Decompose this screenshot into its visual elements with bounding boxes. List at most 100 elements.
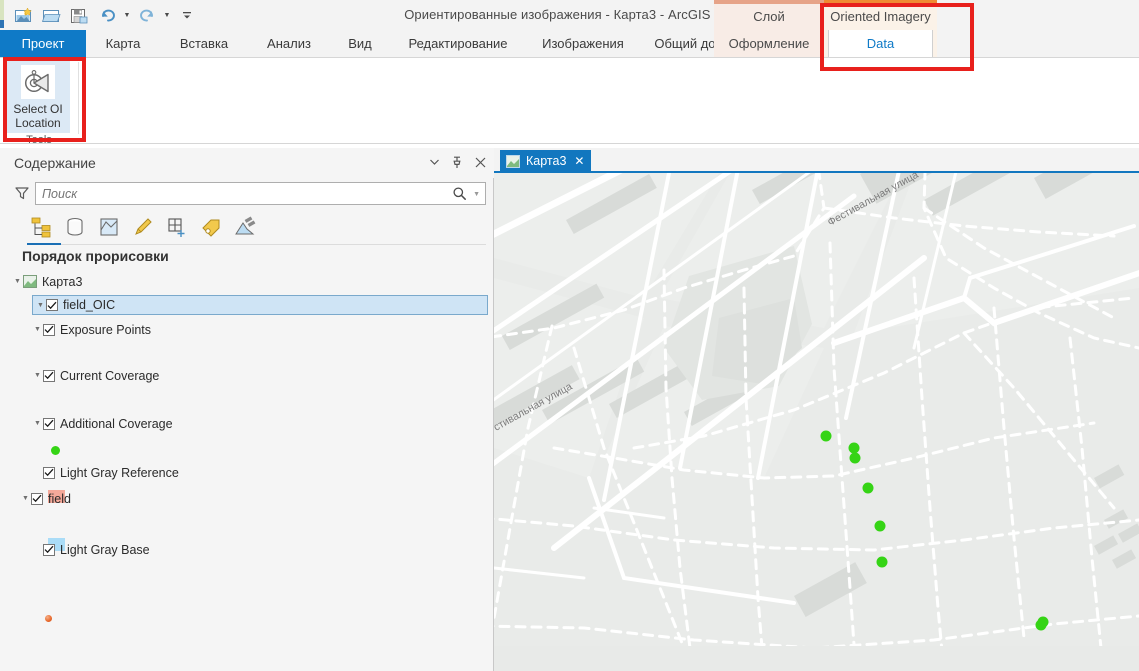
tree-node-light-gray-base[interactable]: Light Gray Base [32, 540, 150, 559]
tab-vid[interactable]: Вид [330, 30, 390, 58]
tab-data[interactable]: Data [828, 30, 933, 58]
layer-visibility-checkbox[interactable] [43, 417, 55, 430]
expander-icon[interactable]: ▼ [12, 276, 23, 287]
ribbon-body: Select OI Location Tools [0, 58, 1139, 146]
select-oi-location-label-line2: Location [15, 116, 61, 130]
select-oi-location-label: Select OI Location [13, 102, 62, 130]
tree-node-label: field_OIC [63, 298, 116, 312]
contents-pane-header: Содержание [0, 148, 494, 178]
tab-proekt[interactable]: Проект [0, 30, 86, 60]
exposure-point[interactable] [1045, 663, 1056, 671]
tree-node-exposure-points[interactable]: ▼ Exposure Points [32, 320, 151, 339]
filter-funnel-icon[interactable] [14, 185, 30, 201]
quick-access-toolbar: ▼ ▼ [10, 0, 200, 30]
map-view-region: Карта3 ✕ Фестивальная улица стивальная у… [494, 148, 1139, 671]
open-project-icon[interactable] [38, 2, 64, 28]
expander-icon[interactable]: ▼ [32, 418, 43, 429]
exposure-point[interactable] [849, 452, 861, 464]
pane-pin-icon[interactable] [449, 152, 465, 172]
tree-node-field[interactable]: ▼ field [20, 489, 71, 508]
customize-qat-icon[interactable] [174, 2, 200, 28]
list-by-snapping-icon[interactable] [163, 213, 190, 240]
tree-node-label: Current Coverage [60, 368, 160, 383]
expander-placeholder-icon [32, 467, 43, 478]
tab-izobrazheniya[interactable]: Изображения [526, 30, 640, 58]
select-oi-location-label-line1: Select OI [13, 102, 63, 116]
redo-icon[interactable] [134, 2, 160, 28]
ribbon-group-name-tools: Tools [26, 134, 52, 146]
layer-visibility-checkbox[interactable] [43, 323, 55, 336]
list-by-selection-icon[interactable] [95, 213, 122, 240]
oriented-imagery-camera-icon [21, 65, 55, 99]
list-by-charts-icon[interactable] [231, 213, 258, 240]
tree-node-current-coverage[interactable]: ▼ Current Coverage [32, 366, 159, 385]
layer-visibility-checkbox[interactable] [43, 466, 55, 479]
tree-node-additional-coverage[interactable]: ▼ Additional Coverage [32, 414, 173, 433]
tree-node-label: Light Gray Base [60, 542, 150, 557]
exposure-point[interactable] [862, 482, 874, 494]
symbol-swatch-field [45, 615, 52, 622]
tab-analiz[interactable]: Анализ [248, 30, 330, 58]
layer-visibility-checkbox[interactable] [46, 299, 58, 311]
tree-node-label: Additional Coverage [60, 416, 173, 431]
list-by-data-source-icon[interactable] [61, 213, 88, 240]
tree-node-karta3[interactable]: ▼ Карта3 [12, 272, 82, 291]
list-by-editing-icon[interactable] [129, 213, 156, 240]
contents-toolbar-active-indicator [27, 243, 61, 245]
tree-node-label: Light Gray Reference [60, 465, 179, 480]
tab-oformlenie[interactable]: Оформление [714, 30, 824, 58]
tree-header-drawing-order: Порядок прорисовки [22, 248, 169, 264]
symbol-swatch-exposure-points [51, 446, 60, 455]
tab-vstavka[interactable]: Вставка [160, 30, 248, 58]
search-magnifier-icon[interactable] [452, 186, 467, 201]
contextual-group-sloy: Слой Оформление [714, 0, 824, 58]
contextual-group-oriented-imagery-title: Oriented Imagery [830, 9, 931, 24]
exposure-point[interactable] [848, 442, 860, 454]
exposure-point[interactable] [1037, 616, 1049, 628]
ribbon-tab-strip: Проект Карта Вставка Анализ Вид Редактир… [0, 30, 1139, 60]
contents-search-box[interactable]: ▼ [35, 182, 486, 205]
new-project-icon[interactable] [10, 2, 36, 28]
pane-menu-icon[interactable] [426, 152, 442, 172]
arcgis-pro-window: Ориентированные изображения - Карта3 - A… [0, 0, 1139, 671]
tree-node-field-oic[interactable]: ▼ field_OIC [32, 295, 488, 315]
search-input[interactable] [42, 183, 442, 204]
expander-icon[interactable]: ▼ [20, 493, 31, 504]
contents-toolbar [0, 210, 494, 245]
map-tab-karta3[interactable]: Карта3 ✕ [500, 150, 592, 172]
select-oi-location-button[interactable]: Select OI Location [6, 61, 70, 133]
exposure-point[interactable] [874, 520, 886, 532]
map-thumbnail-icon [23, 275, 37, 288]
expander-placeholder-icon [32, 544, 43, 555]
exposure-point[interactable] [876, 556, 888, 568]
tree-node-label: Карта3 [42, 274, 83, 289]
ribbon-group-separator [78, 62, 79, 134]
layer-visibility-checkbox[interactable] [43, 543, 55, 556]
expander-icon[interactable]: ▼ [32, 370, 43, 381]
layer-visibility-checkbox[interactable] [43, 369, 55, 382]
search-dropdown-icon[interactable]: ▼ [473, 191, 480, 198]
contents-pane-header-buttons [426, 152, 488, 172]
redo-dropdown-icon[interactable]: ▼ [162, 2, 172, 28]
map-tab-strip: Карта3 ✕ [494, 148, 1139, 173]
tree-node-label: field [48, 491, 71, 506]
tree-node-light-gray-reference[interactable]: Light Gray Reference [32, 463, 179, 482]
tab-redaktirovanie[interactable]: Редактирование [390, 30, 526, 58]
exposure-point[interactable] [1007, 649, 1018, 660]
exposure-point[interactable] [820, 430, 832, 442]
undo-icon[interactable] [94, 2, 120, 28]
undo-dropdown-icon[interactable]: ▼ [122, 2, 132, 28]
map-tab-close-icon[interactable]: ✕ [574, 154, 584, 168]
window-left-accent-blue [0, 20, 4, 28]
list-by-labeling-icon[interactable] [197, 213, 224, 240]
contents-toolbar-rule [61, 244, 486, 245]
expander-icon[interactable]: ▼ [35, 300, 46, 311]
map-canvas[interactable]: Фестивальная улица стивальная улица [494, 173, 1139, 671]
list-by-drawing-order-icon[interactable] [27, 213, 54, 240]
layer-visibility-checkbox[interactable] [31, 492, 43, 505]
contextual-group-sloy-title: Слой [753, 9, 785, 24]
save-project-icon[interactable] [66, 2, 92, 28]
tab-karta[interactable]: Карта [86, 30, 160, 58]
pane-close-icon[interactable] [472, 152, 488, 172]
expander-icon[interactable]: ▼ [32, 324, 43, 335]
